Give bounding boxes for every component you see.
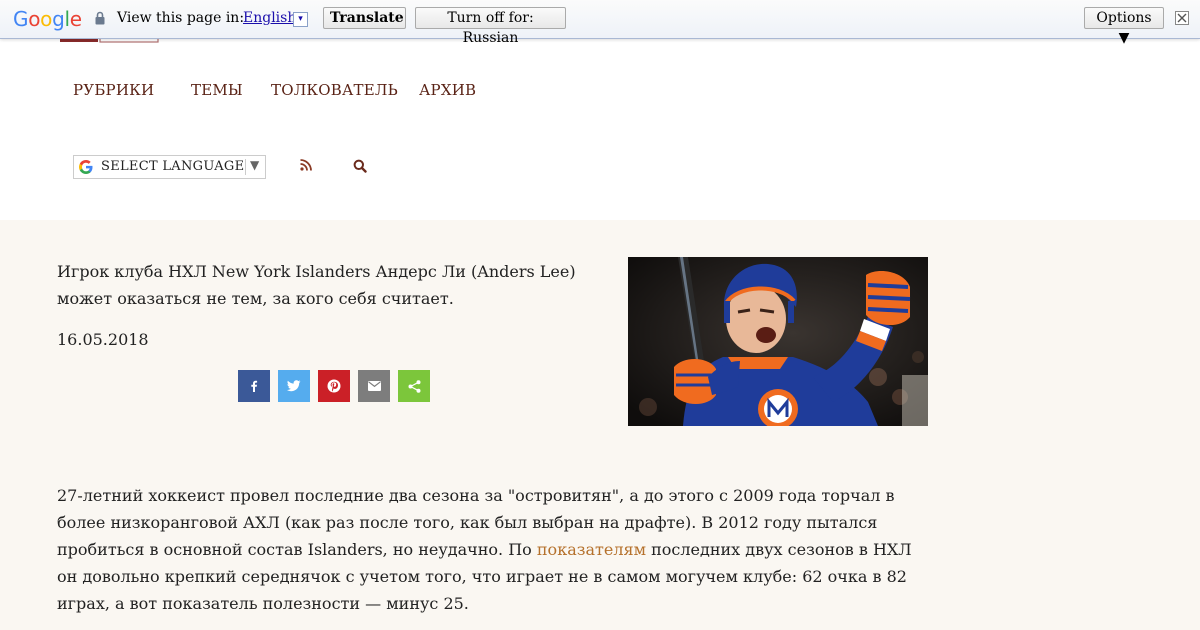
close-icon xyxy=(1177,13,1187,23)
close-translate-bar-button[interactable] xyxy=(1175,11,1189,25)
google-translate-bar: Google View this page in: English ▾ Tran… xyxy=(0,0,1200,46)
pinterest-icon xyxy=(327,379,341,393)
email-icon xyxy=(367,381,381,391)
nav-item-archive[interactable]: АРХИВ xyxy=(419,81,476,99)
article-date: 16.05.2018 xyxy=(57,330,149,349)
google-logo: Google xyxy=(13,7,82,31)
share-facebook-button[interactable] xyxy=(238,370,270,402)
twitter-icon xyxy=(287,380,301,392)
view-page-label: View this page in: xyxy=(117,10,245,26)
article: Игрок клуба НХЛ New York Islanders Андер… xyxy=(0,220,1200,630)
options-button[interactable]: Options ▼ xyxy=(1084,7,1164,46)
select-language-label: SELECT LANGUAGE xyxy=(101,159,245,174)
translate-button[interactable]: Translate xyxy=(323,7,406,29)
share-pinterest-button[interactable] xyxy=(318,370,350,402)
select-language-divider xyxy=(245,159,246,175)
stats-link[interactable]: показателям xyxy=(537,540,646,559)
share-icon xyxy=(408,379,420,393)
rss-icon[interactable] xyxy=(300,159,312,171)
nav-item-rubrics[interactable]: РУБРИКИ xyxy=(73,81,154,99)
facebook-icon xyxy=(251,380,258,392)
turn-off-translation-button[interactable]: Turn off for: Russian xyxy=(415,7,566,46)
language-dropdown-caret[interactable]: ▾ xyxy=(293,12,308,27)
select-language-dropdown[interactable]: SELECT LANGUAGE ▼ xyxy=(73,155,266,179)
target-language-link[interactable]: English xyxy=(243,10,296,26)
chevron-down-icon: ▼ xyxy=(250,158,260,172)
nav-item-interpreter[interactable]: ТОЛКОВАТЕЛЬ xyxy=(271,81,398,99)
article-body: 27-летний хоккеист провел последние два … xyxy=(57,482,927,617)
google-g-icon xyxy=(79,160,93,174)
hero-image-hockey-player xyxy=(628,257,928,426)
search-icon[interactable] xyxy=(353,159,367,173)
share-more-button[interactable] xyxy=(398,370,430,402)
share-twitter-button[interactable] xyxy=(278,370,310,402)
article-lead: Игрок клуба НХЛ New York Islanders Андер… xyxy=(57,262,576,308)
share-email-button[interactable] xyxy=(358,370,390,402)
lock-icon xyxy=(95,11,105,25)
nav-item-themes[interactable]: ТЕМЫ xyxy=(191,81,243,99)
